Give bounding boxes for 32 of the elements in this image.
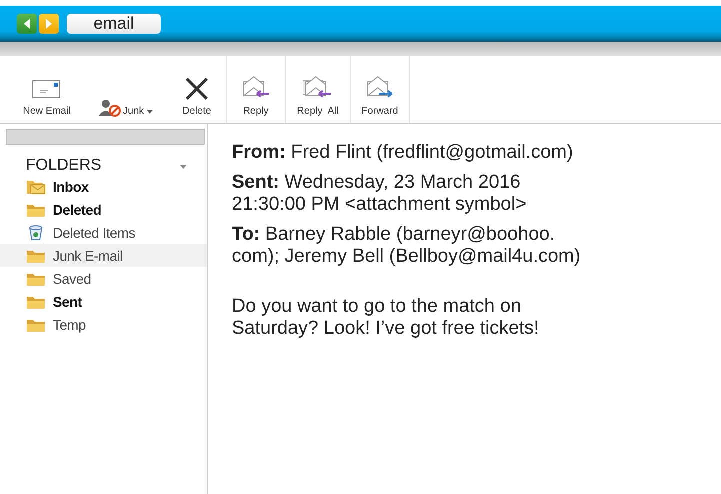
folders-heading: FOLDERS	[26, 157, 102, 175]
folder-item[interactable]: Temp	[0, 313, 207, 336]
header-line: From: Fred Flint (fredflint@gotmail.com)	[232, 142, 574, 164]
toolbar-button[interactable]: Reply All	[286, 56, 351, 123]
header-line: To: Barney Rabble (barneyr@boohoo. com); Jeremy Bell (Bellboy@mail4u.com)	[232, 224, 581, 268]
envelope-left-arrow-icon	[241, 76, 271, 100]
toolbar-button[interactable]: Reply	[227, 56, 286, 123]
back-button[interactable]	[17, 14, 37, 34]
header-line: Sent: Wednesday, 23 March 2016 21:30:00 PM <attachment symbol>	[232, 172, 528, 216]
folder-item[interactable]: Junk E-mail	[0, 244, 207, 267]
window-title: email	[67, 14, 161, 34]
folder-item[interactable]: Deleted Items	[0, 221, 207, 244]
junk-dropdown[interactable]: Junk	[84, 56, 168, 123]
folder-item[interactable]: Deleted	[0, 198, 207, 221]
forward-nav-button[interactable]	[39, 14, 59, 34]
toolbar-button[interactable]: New Email	[10, 56, 84, 123]
folder-item[interactable]: Sent	[0, 290, 207, 313]
envelope-left-arrow-icon	[303, 76, 333, 100]
new-email-icon	[32, 78, 62, 100]
toolbar-button[interactable]: Delete	[168, 56, 227, 123]
person-blocked-icon	[99, 99, 122, 117]
right-triangle-icon	[44, 18, 54, 30]
caret-icon	[146, 110, 153, 114]
dropdown-icon[interactable]	[180, 165, 187, 169]
folder-item[interactable]: Inbox	[0, 175, 207, 198]
folder-item[interactable]: Saved	[0, 267, 207, 290]
left-triangle-icon	[22, 18, 32, 30]
inbox-folder-icon	[26, 178, 46, 194]
x-mark-icon	[185, 78, 209, 100]
message-body: Do you want to go to the match on Saturday? Look! I’ve got free tickets!	[232, 296, 540, 340]
envelope-right-arrow-icon	[365, 76, 395, 100]
toolbar-button[interactable]: Forward	[351, 56, 410, 123]
